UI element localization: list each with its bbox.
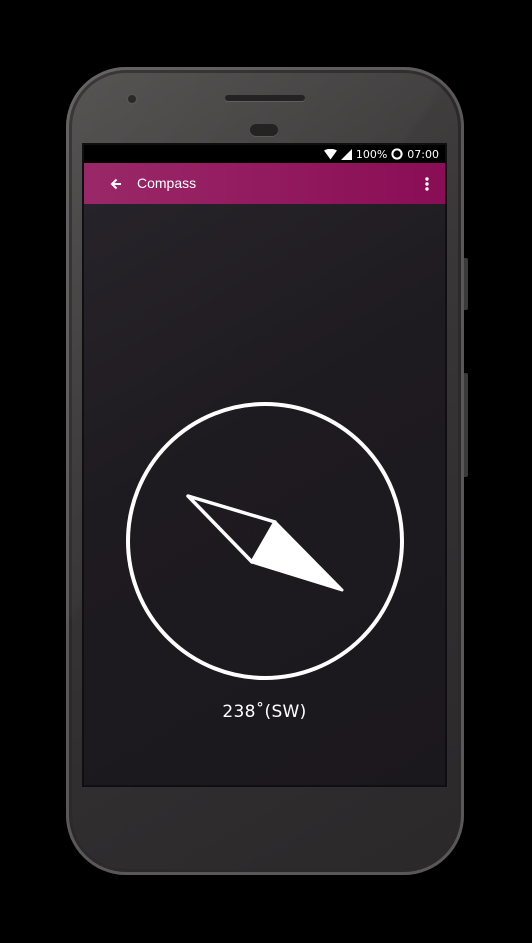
page-title: Compass	[137, 175, 197, 191]
app-bar: Compass	[84, 163, 445, 204]
arrow-back-icon	[110, 178, 121, 190]
status-bar: 100% 07:00	[84, 145, 445, 163]
more-vert-icon	[425, 177, 429, 191]
front-camera	[126, 93, 138, 105]
back-button[interactable]	[104, 173, 128, 195]
screen: 100% 07:00 Compass 238˚(SW)	[84, 145, 445, 785]
earpiece-speaker	[225, 95, 305, 101]
cell-signal-icon	[340, 148, 352, 160]
needle-south-fill	[250, 520, 344, 592]
stage: 100% 07:00 Compass 238˚(SW)	[0, 0, 532, 943]
status-icons: 100% 07:00	[323, 145, 439, 163]
compass-content: 238˚(SW)	[84, 204, 445, 785]
clock: 07:00	[407, 147, 439, 161]
overflow-menu-button[interactable]	[419, 173, 435, 195]
wifi-icon	[323, 148, 337, 159]
battery-icon	[391, 148, 403, 160]
compass-needle	[186, 494, 344, 592]
compass-dial	[126, 402, 404, 680]
bearing-readout: 238˚(SW)	[222, 702, 307, 722]
battery-percent: 100%	[355, 147, 388, 161]
proximity-sensor	[250, 124, 278, 136]
